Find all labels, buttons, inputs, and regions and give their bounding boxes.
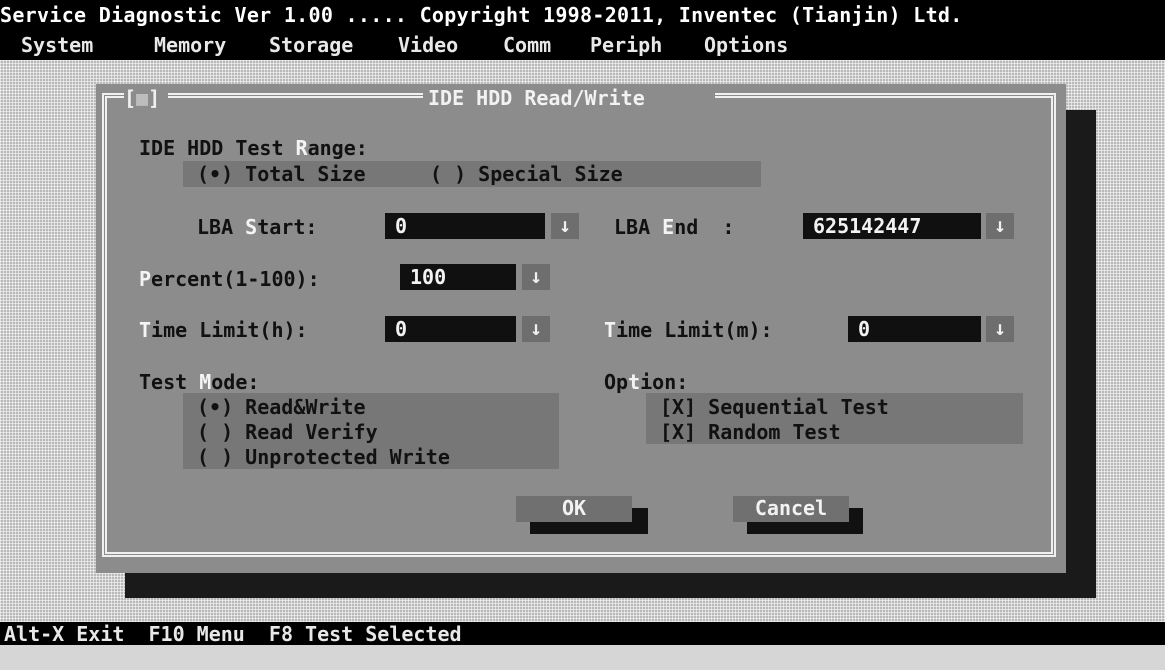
- lba-start-label-text: LBA: [197, 215, 246, 239]
- time-h-hotkey: T: [139, 318, 152, 342]
- time-m-hotkey: T: [604, 318, 617, 342]
- percent-label: Percent(1-100):: [139, 267, 320, 291]
- range-label-hotkey: R: [295, 136, 308, 160]
- range-special-radio[interactable]: ( ) Special Size: [430, 162, 623, 186]
- range-label: IDE HDD Test Range:: [139, 136, 368, 160]
- menu-system[interactable]: System: [21, 33, 93, 57]
- range-label-text: IDE HDD Test: [139, 136, 296, 160]
- time-h-field[interactable]: 0: [385, 316, 516, 342]
- lba-start-hotkey: S: [245, 215, 258, 239]
- lba-end-label: LBA End :: [614, 215, 734, 239]
- close-button[interactable]: [■]: [124, 86, 160, 110]
- lba-start-label-rest: tart:: [257, 215, 318, 239]
- time-h-dropdown-icon[interactable]: ↓: [522, 316, 550, 342]
- mode-unprotected-write-radio[interactable]: ( ) Unprotected Write: [197, 445, 450, 469]
- range-total-radio[interactable]: (•) Total Size: [197, 162, 366, 186]
- time-m-field[interactable]: 0: [848, 316, 981, 342]
- test-mode-hotkey: M: [199, 370, 212, 394]
- time-m-dropdown-icon[interactable]: ↓: [986, 316, 1014, 342]
- lba-end-dropdown-icon[interactable]: ↓: [986, 213, 1014, 239]
- option-hotkey: t: [628, 370, 641, 394]
- range-label-text-rest: ange:: [307, 136, 368, 160]
- percent-label-text: ercent(1-100):: [151, 267, 320, 291]
- cancel-button[interactable]: Cancel: [733, 496, 849, 522]
- time-m-value: 0: [858, 317, 871, 341]
- menu-memory[interactable]: Memory: [154, 33, 226, 57]
- mode-read-verify-radio[interactable]: ( ) Read Verify: [197, 420, 378, 444]
- time-m-label: Time Limit(m):: [604, 318, 773, 342]
- lba-start-label: LBA Start:: [197, 215, 317, 239]
- lba-end-field[interactable]: 625142447: [803, 213, 981, 239]
- time-h-value: 0: [395, 317, 408, 341]
- dialog-title: IDE HDD Read/Write: [428, 86, 645, 110]
- menu-bar: System Memory Storage Video Comm Periph …: [0, 30, 1165, 60]
- test-mode-label: Test Mode:: [139, 370, 259, 394]
- percent-value: 100: [410, 265, 447, 289]
- test-mode-label-rest: ode:: [211, 370, 260, 394]
- lba-end-label-rest: nd :: [674, 215, 735, 239]
- title-bar: Service Diagnostic Ver 1.00 ..... Copyri…: [0, 0, 1165, 30]
- status-bar: Alt-X Exit F10 Menu F8 Test Selected: [0, 622, 1165, 646]
- close-close-bracket: ]: [148, 86, 161, 110]
- dialog-shadow-right: [1066, 110, 1096, 598]
- percent-field[interactable]: 100: [400, 264, 516, 290]
- option-label-rest: ion:: [640, 370, 689, 394]
- time-m-label-text: ime Limit(m):: [616, 318, 773, 342]
- ok-button[interactable]: OK: [516, 496, 632, 522]
- lba-end-hotkey: E: [662, 215, 675, 239]
- lba-end-value: 625142447: [813, 214, 922, 238]
- lba-start-dropdown-icon[interactable]: ↓: [551, 213, 579, 239]
- dialog-shadow-bottom: [125, 573, 1096, 598]
- lba-start-value: 0: [395, 214, 408, 238]
- close-open-bracket: [: [124, 86, 137, 110]
- menu-comm[interactable]: Comm: [503, 33, 551, 57]
- menu-options[interactable]: Options: [704, 33, 788, 57]
- app-title: Service Diagnostic Ver 1.00 ..... Copyri…: [0, 3, 963, 27]
- menu-video[interactable]: Video: [398, 33, 458, 57]
- menu-storage[interactable]: Storage: [269, 33, 353, 57]
- lba-end-label-text: LBA: [614, 215, 663, 239]
- test-mode-label-text: Test: [139, 370, 200, 394]
- option-label: Option:: [604, 370, 688, 394]
- percent-dropdown-icon[interactable]: ↓: [522, 264, 550, 290]
- time-h-label-text: ime Limit(h):: [151, 318, 308, 342]
- status-text: Alt-X Exit F10 Menu F8 Test Selected: [4, 622, 462, 646]
- option-random-checkbox[interactable]: [X] Random Test: [660, 420, 841, 444]
- option-label-text: Op: [604, 370, 629, 394]
- menu-periph[interactable]: Periph: [590, 33, 662, 57]
- time-h-label: Time Limit(h):: [139, 318, 308, 342]
- mode-read-write-radio[interactable]: (•) Read&Write: [197, 395, 366, 419]
- close-icon: ■: [136, 86, 149, 110]
- percent-hotkey: P: [139, 267, 152, 291]
- option-sequential-checkbox[interactable]: [X] Sequential Test: [660, 395, 889, 419]
- lba-start-field[interactable]: 0: [385, 213, 545, 239]
